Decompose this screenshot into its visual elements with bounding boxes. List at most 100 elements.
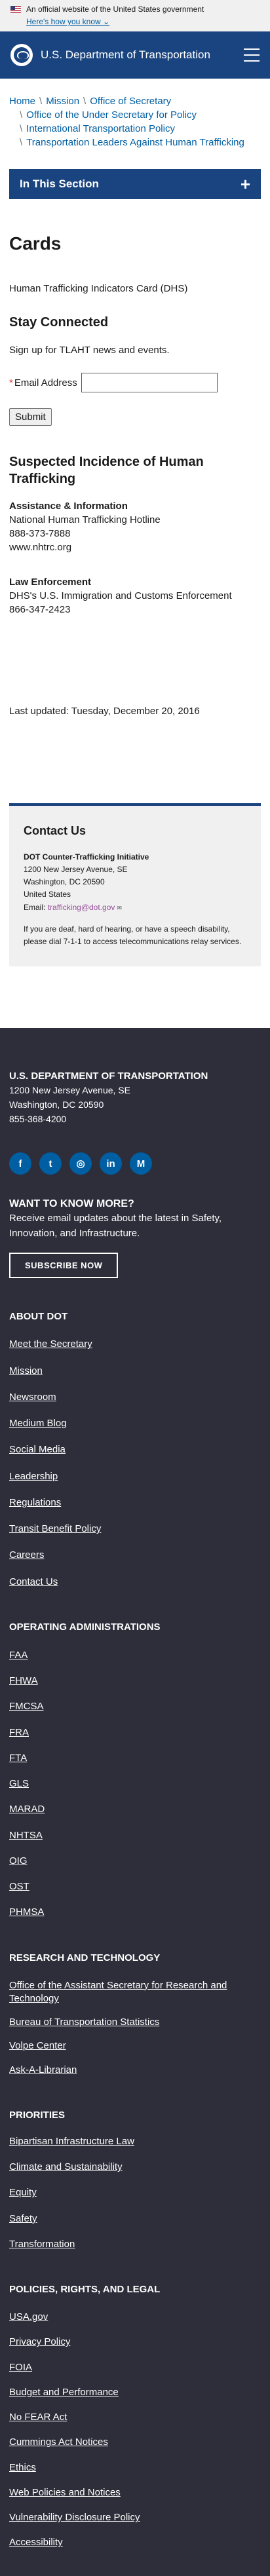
footer-link[interactable]: Volpe Center [9, 2040, 66, 2051]
footer-link[interactable]: FOIA [9, 2362, 32, 2373]
site-name[interactable]: U.S. Department of Transportation [41, 48, 244, 62]
footer-list-item: No FEAR Act [9, 2411, 261, 2424]
footer-link[interactable]: Bureau of Transportation Statistics [9, 2017, 159, 2028]
menu-icon[interactable] [244, 48, 260, 62]
footer-list-item: FRA [9, 1726, 261, 1739]
footer-link[interactable]: Office of the Assistant Secretary for Re… [9, 1980, 227, 2004]
facebook-icon[interactable]: f [9, 1152, 31, 1175]
footer-list-item: Budget and Performance [9, 2386, 261, 2399]
breadcrumb-office-of-secretary[interactable]: Office of Secretary [90, 94, 171, 108]
footer-link[interactable]: MARAD [9, 1804, 45, 1815]
footer-section-heading: OPERATING ADMINISTRATIONS [9, 1621, 161, 1633]
footer-link-list: Meet the Secretary Mission Newsroom Medium … [9, 1338, 261, 1589]
footer-list-item: Equity [9, 2186, 261, 2199]
dot-logo-icon[interactable] [10, 44, 33, 66]
footer-list-item: Climate and Sustainability [9, 2161, 261, 2174]
ice-phone: 866-347-2423 [9, 604, 71, 615]
footer-research-section: RESEARCH AND TECHNOLOGY Office of the As… [9, 1952, 261, 2077]
breadcrumb-under-secretary-policy[interactable]: Office of the Under Secretary for Policy [26, 108, 197, 122]
footer-link[interactable]: Vulnerability Disclosure Policy [9, 2512, 140, 2523]
signup-text: Sign up for TLAHT news and events. [9, 345, 170, 356]
breadcrumb-home[interactable]: Home [9, 94, 35, 108]
medium-icon[interactable]: M [130, 1152, 152, 1175]
linkedin-icon[interactable]: in [100, 1152, 122, 1175]
relay-note: If you are deaf, hard of hearing, or hav… [24, 924, 242, 946]
footer-link[interactable]: GLS [9, 1778, 29, 1789]
footer-link[interactable]: Contact Us [9, 1576, 58, 1587]
footer-link[interactable]: OIG [9, 1855, 28, 1866]
law-enforcement-block: Law Enforcement DHS's U.S. Immigration a… [9, 575, 261, 616]
breadcrumb-international-policy[interactable]: International Transportation Policy [26, 122, 175, 136]
footer-link[interactable]: Accessibility [9, 2537, 63, 2548]
heres-how-you-know-link[interactable]: Here's how you know ⌄ [26, 17, 109, 26]
footer-link-list: USA.gov Privacy Policy FOIA Budget and Perf… [9, 2311, 261, 2550]
want-to-know-text: Receive email updates about the latest i… [9, 1213, 222, 1239]
subscribe-button[interactable]: SUBSCRIBE NOW [9, 1253, 119, 1279]
footer-link[interactable]: Transformation [9, 2239, 75, 2250]
main-content: Cards Human Trafficking Indicators Card … [0, 233, 270, 717]
footer-link[interactable]: FRA [9, 1727, 29, 1738]
footer-link[interactable]: USA.gov [9, 2311, 48, 2322]
footer-section-heading: RESEARCH AND TECHNOLOGY [9, 1952, 161, 1963]
footer-link[interactable]: Meet the Secretary [9, 1338, 92, 1350]
contact-address-line: Washington, DC 20590 [24, 877, 105, 887]
footer-link[interactable]: OST [9, 1881, 29, 1892]
footer-link[interactable]: Web Policies and Notices [9, 2487, 121, 2498]
footer-link[interactable]: Leadership [9, 1471, 58, 1482]
footer-link[interactable]: No FEAR Act [9, 2412, 67, 2423]
last-updated: Last updated: Tuesday, December 20, 2016 [9, 706, 200, 717]
footer-list-item: Volpe Center [9, 2039, 261, 2053]
breadcrumb-tlaht[interactable]: Transportation Leaders Against Human Tra… [26, 136, 244, 149]
in-this-section-toggle[interactable]: In This Section + [9, 169, 261, 199]
footer-link[interactable]: PHMSA [9, 1906, 44, 1918]
footer-list-item: Vulnerability Disclosure Policy [9, 2511, 261, 2524]
instagram-icon[interactable]: ◎ [69, 1152, 92, 1175]
footer-link[interactable]: Medium Blog [9, 1418, 67, 1429]
footer-list-item: Social Media [9, 1443, 261, 1456]
footer-link[interactable]: Safety [9, 2213, 37, 2224]
twitter-icon[interactable]: t [39, 1152, 62, 1175]
contact-email-link[interactable]: trafficking@dot.gov [48, 903, 115, 912]
footer-link[interactable]: FMCSA [9, 1701, 44, 1712]
footer-list-item: Bureau of Transportation Statistics [9, 2016, 261, 2029]
footer-link[interactable]: Bipartisan Infrastructure Law [9, 2136, 134, 2147]
footer-link[interactable]: Regulations [9, 1497, 61, 1508]
footer-link[interactable]: FHWA [9, 1675, 38, 1686]
footer-list-item: Medium Blog [9, 1417, 261, 1430]
footer-link[interactable]: FTA [9, 1752, 27, 1764]
footer-link[interactable]: Careers [9, 1549, 44, 1561]
site-footer: U.S. DEPARTMENT OF TRANSPORTATION 1200 N… [0, 1028, 270, 2576]
footer-link[interactable]: Mission [9, 1365, 43, 1376]
submit-button[interactable]: Submit [9, 408, 52, 426]
footer-list-item: Mission [9, 1365, 261, 1378]
footer-list-item: FHWA [9, 1675, 261, 1688]
suspected-incidence-heading: Suspected Incidence of Human Trafficking [9, 455, 204, 486]
footer-link[interactable]: Ethics [9, 2462, 36, 2473]
footer-link[interactable]: Privacy Policy [9, 2336, 70, 2347]
footer-list-item: Bipartisan Infrastructure Law [9, 2135, 261, 2148]
footer-link[interactable]: NHTSA [9, 1830, 43, 1841]
footer-list-item: Web Policies and Notices [9, 2486, 261, 2499]
footer-link[interactable]: Budget and Performance [9, 2387, 119, 2398]
footer-link[interactable]: FAA [9, 1650, 28, 1661]
footer-section-heading: ABOUT DOT [9, 1311, 68, 1323]
footer-list-item: FTA [9, 1752, 261, 1765]
footer-list-item: Transit Benefit Policy [9, 1523, 261, 1536]
footer-list-item: USA.gov [9, 2311, 261, 2324]
footer-link[interactable]: Newsroom [9, 1392, 56, 1403]
footer-link[interactable]: Social Media [9, 1444, 66, 1455]
footer-link[interactable]: Transit Benefit Policy [9, 1523, 101, 1534]
document-link[interactable]: Human Trafficking Indicators Card (DHS) [9, 283, 261, 294]
footer-link[interactable]: Cummings Act Notices [9, 2436, 108, 2448]
contact-address-line: 1200 New Jersey Avenue, SE [24, 864, 128, 874]
footer-link[interactable]: Equity [9, 2187, 37, 2198]
breadcrumb-mission[interactable]: Mission [46, 94, 79, 108]
contact-email-row: Email: trafficking@dot.gov ✉ [24, 901, 246, 914]
email-input[interactable] [81, 373, 218, 392]
footer-list-item: Safety [9, 2212, 261, 2226]
footer-link[interactable]: Ask-A-Librarian [9, 2064, 77, 2075]
footer-link[interactable]: Climate and Sustainability [9, 2161, 123, 2172]
plus-icon: + [240, 174, 250, 194]
email-form-row: * Email Address [9, 373, 261, 392]
footer-address: U.S. DEPARTMENT OF TRANSPORTATION 1200 N… [9, 1069, 261, 1126]
